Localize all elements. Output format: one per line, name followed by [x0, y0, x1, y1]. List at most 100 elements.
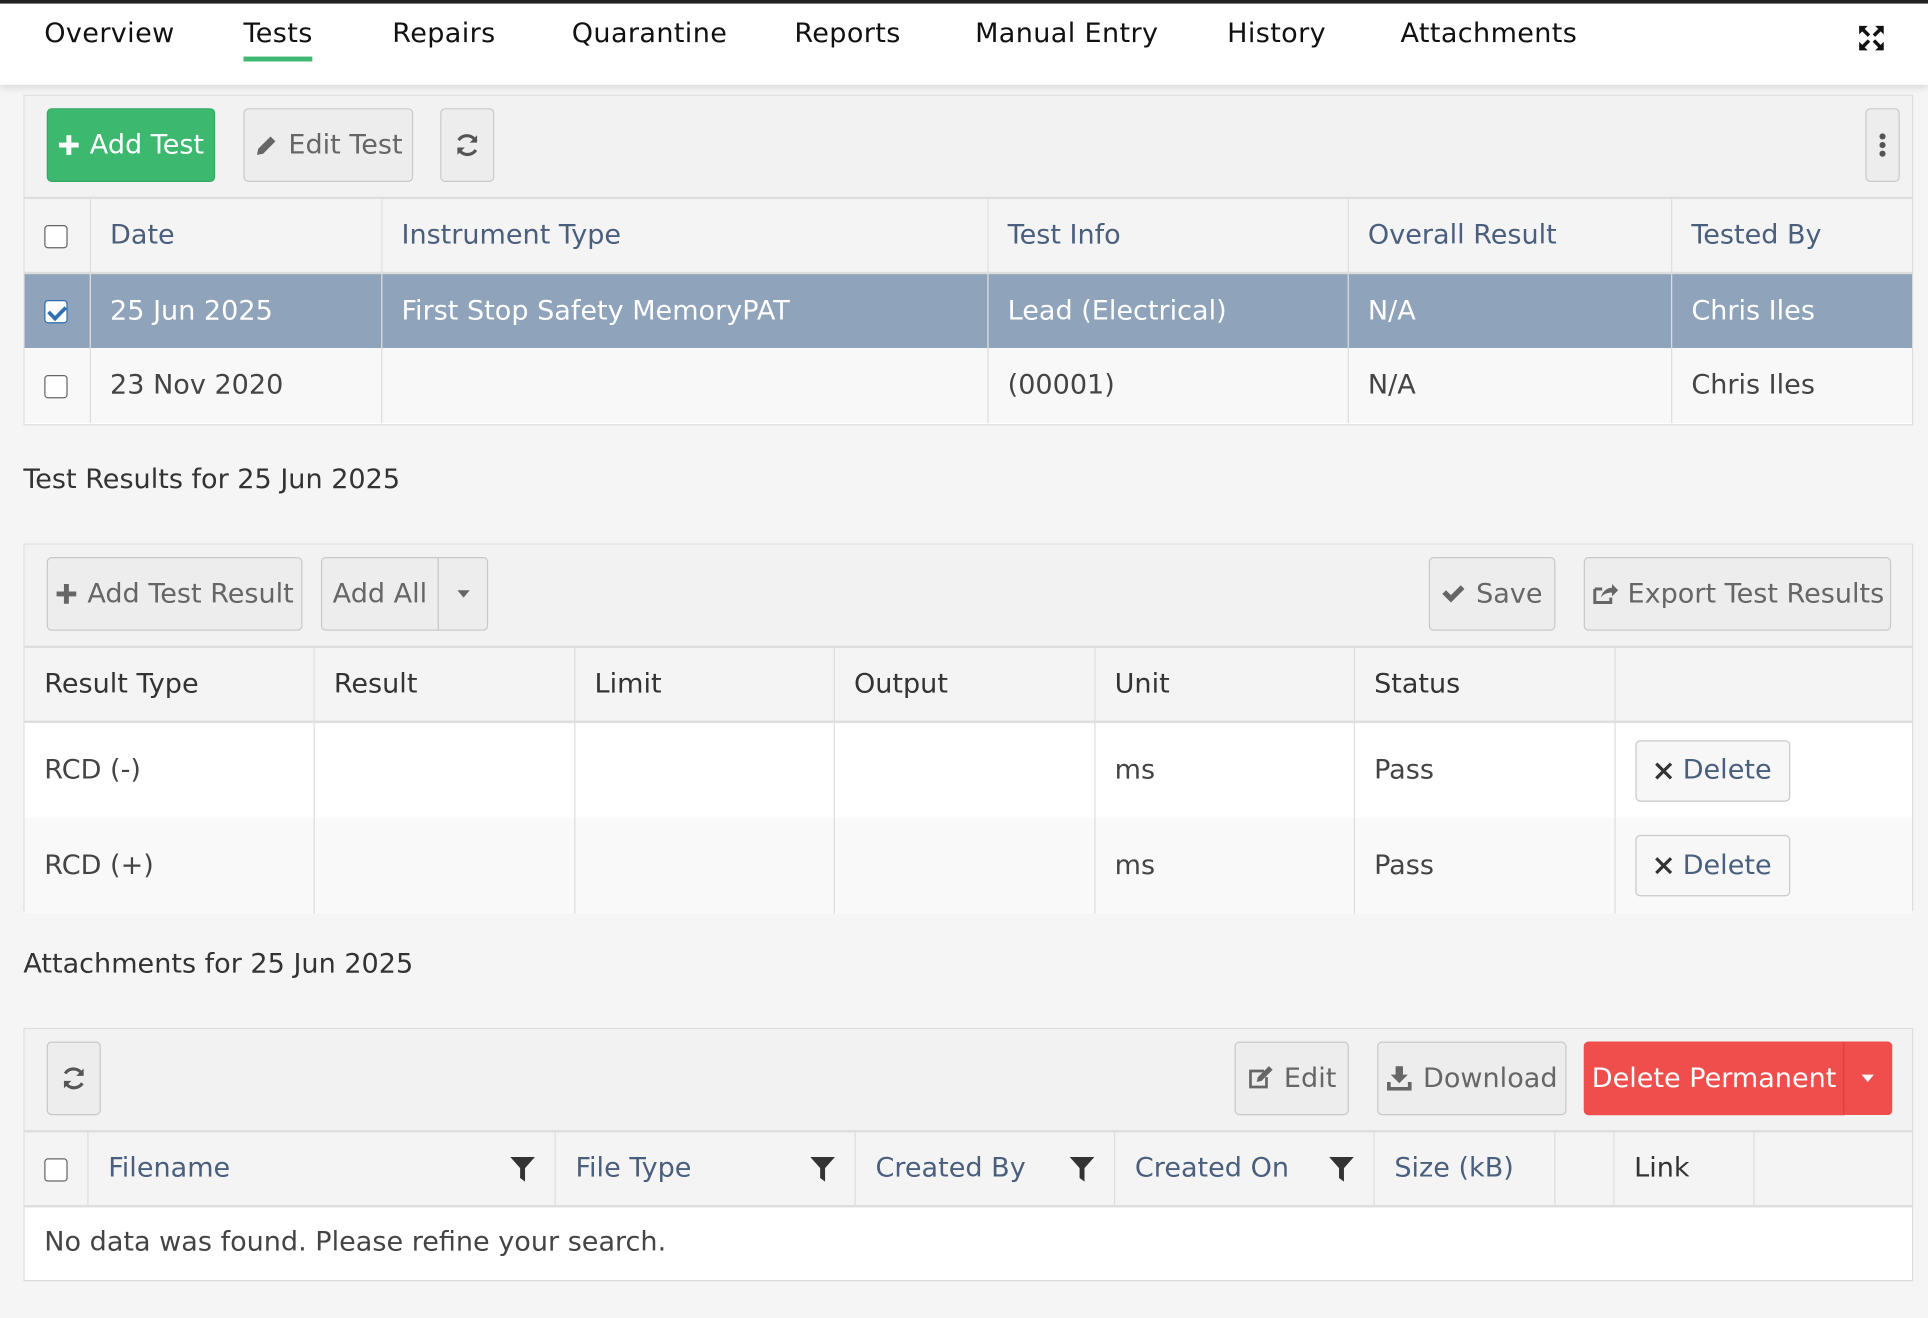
cell-test-info: (00001): [987, 347, 1349, 423]
tab-repairs[interactable]: Repairs: [392, 18, 495, 49]
add-all-dropdown-button[interactable]: [437, 557, 489, 631]
cell-date: 25 Jun 2025: [89, 272, 382, 348]
add-all-button[interactable]: Add All: [320, 557, 439, 631]
delete-permanent-dropdown-button[interactable]: [1843, 1041, 1893, 1116]
cell-result-type: RCD (+): [24, 817, 315, 914]
refresh-attachments-button[interactable]: [46, 1041, 101, 1116]
col-output: Output: [833, 647, 1095, 724]
cell-output[interactable]: [833, 721, 1095, 818]
delete-result-button[interactable]: Delete: [1634, 834, 1791, 897]
cell-limit[interactable]: [574, 721, 835, 818]
close-icon: [1654, 857, 1672, 875]
cell-status: Pass: [1353, 721, 1616, 818]
cell-overall-result: N/A: [1347, 347, 1672, 423]
cell-tested-by: Chris Iles: [1671, 272, 1913, 348]
col-overall-result[interactable]: Overall Result: [1347, 199, 1672, 275]
download-label: Download: [1423, 1062, 1558, 1094]
delete-label: Delete: [1682, 850, 1772, 882]
edit-label: Edit: [1283, 1062, 1337, 1094]
tab-quarantine[interactable]: Quarantine: [572, 18, 727, 49]
col-test-info[interactable]: Test Info: [987, 199, 1349, 275]
cell-result[interactable]: [313, 817, 575, 914]
tab-history[interactable]: History: [1227, 18, 1326, 49]
edit-attachment-button[interactable]: Edit: [1234, 1041, 1349, 1116]
filter-icon[interactable]: [1329, 1155, 1354, 1182]
save-button[interactable]: Save: [1428, 557, 1556, 631]
cell-tested-by: Chris Iles: [1691, 370, 1815, 401]
tab-tests[interactable]: Tests: [243, 18, 314, 62]
table-row[interactable]: 23 Nov 2020 (00001) N/A Chris Iles: [24, 347, 1913, 423]
col-instrument-type[interactable]: Instrument Type: [381, 199, 988, 275]
test-results-title: Test Results for 25 Jun 2025: [23, 464, 401, 496]
filter-icon[interactable]: [810, 1155, 835, 1182]
delete-permanent-label: Delete Permanent: [1591, 1062, 1837, 1094]
empty-message: No data was found. Please refine your se…: [44, 1227, 667, 1258]
tests-table: Date Instrument Type Test Info Overall R…: [24, 199, 1913, 423]
cell-result[interactable]: [313, 721, 575, 818]
col-spacer: [1754, 1132, 1913, 1208]
results-panel: Add Test Result Add All Save Export Test…: [23, 543, 1914, 914]
delete-permanent-button[interactable]: Delete Permanent: [1583, 1041, 1845, 1116]
tab-attachments[interactable]: Attachments: [1401, 18, 1578, 49]
row-checkbox[interactable]: [44, 300, 68, 324]
col-actions: [1614, 647, 1913, 724]
col-file-type[interactable]: File Type: [575, 1153, 691, 1184]
app-stage: Overview Tests Repairs Quarantine Report…: [0, 0, 1928, 1318]
select-all-attachments-checkbox[interactable]: [44, 1157, 68, 1182]
add-test-button[interactable]: Add Test: [46, 108, 216, 182]
export-test-results-button[interactable]: Export Test Results: [1583, 557, 1892, 631]
attachments-table: Filename File Type Created By Created On…: [24, 1132, 1913, 1277]
cell-limit[interactable]: [574, 817, 835, 914]
tab-reports[interactable]: Reports: [794, 18, 900, 49]
tab-overview[interactable]: Overview: [44, 18, 174, 49]
col-result-type: Result Type: [24, 647, 315, 724]
save-label: Save: [1476, 578, 1543, 610]
cell-status: Pass: [1353, 817, 1616, 914]
plus-icon: [56, 584, 77, 604]
caret-down-icon: [456, 590, 470, 598]
filter-icon[interactable]: [510, 1155, 535, 1182]
col-created-on[interactable]: Created On: [1135, 1153, 1289, 1184]
tab-bar: Overview Tests Repairs Quarantine Report…: [0, 3, 1928, 85]
row-checkbox[interactable]: [44, 374, 68, 398]
select-all-tests-checkbox[interactable]: [44, 224, 68, 248]
refresh-icon: [63, 1067, 84, 1090]
delete-label: Delete: [1682, 754, 1772, 786]
tab-manual-entry[interactable]: Manual Entry: [975, 18, 1158, 49]
more-options-button[interactable]: [1865, 108, 1900, 182]
table-row[interactable]: 25 Jun 2025 First Stop Safety MemoryPAT …: [24, 272, 1913, 348]
fullscreen-icon[interactable]: [1857, 23, 1887, 53]
cell-test-info: Lead (Electrical): [987, 272, 1349, 348]
refresh-tests-button[interactable]: [440, 108, 495, 182]
col-blank: [1554, 1132, 1615, 1208]
col-filename[interactable]: Filename: [108, 1153, 230, 1184]
col-created-by[interactable]: Created By: [875, 1153, 1025, 1184]
col-size[interactable]: Size (kB): [1374, 1132, 1556, 1208]
cell-output[interactable]: [833, 817, 1095, 914]
col-link: Link: [1613, 1132, 1755, 1208]
download-button[interactable]: Download: [1377, 1041, 1567, 1116]
cell-instrument-type: First Stop Safety MemoryPAT: [381, 272, 988, 348]
attachments-panel: Edit Download Delete Permanent Filename: [23, 1027, 1914, 1282]
cell-instrument-type: [381, 347, 988, 423]
col-limit: Limit: [574, 647, 835, 724]
edit-test-button[interactable]: Edit Test: [243, 108, 414, 182]
attachments-header-row: Filename File Type Created By Created On…: [24, 1132, 1913, 1208]
add-test-result-label: Add Test Result: [87, 578, 294, 610]
tests-header-row: Date Instrument Type Test Info Overall R…: [24, 199, 1913, 275]
empty-row: No data was found. Please refine your se…: [25, 1206, 1912, 1277]
table-row: RCD (-) ms Pass Delete: [24, 721, 1913, 818]
export-label: Export Test Results: [1627, 578, 1885, 610]
filter-icon[interactable]: [1069, 1155, 1095, 1182]
download-icon: [1387, 1066, 1412, 1091]
col-result: Result: [313, 647, 575, 724]
cell-unit: ms: [1094, 721, 1355, 818]
col-date[interactable]: Date: [89, 199, 382, 275]
delete-result-button[interactable]: Delete: [1634, 739, 1791, 802]
edit-test-label: Edit Test: [288, 129, 403, 161]
results-header-row: Result Type Result Limit Output Unit Sta…: [24, 647, 1913, 724]
col-tested-by[interactable]: Tested By: [1671, 199, 1913, 275]
add-test-label: Add Test: [89, 129, 205, 161]
refresh-icon: [457, 134, 478, 157]
add-test-result-button[interactable]: Add Test Result: [46, 557, 303, 631]
